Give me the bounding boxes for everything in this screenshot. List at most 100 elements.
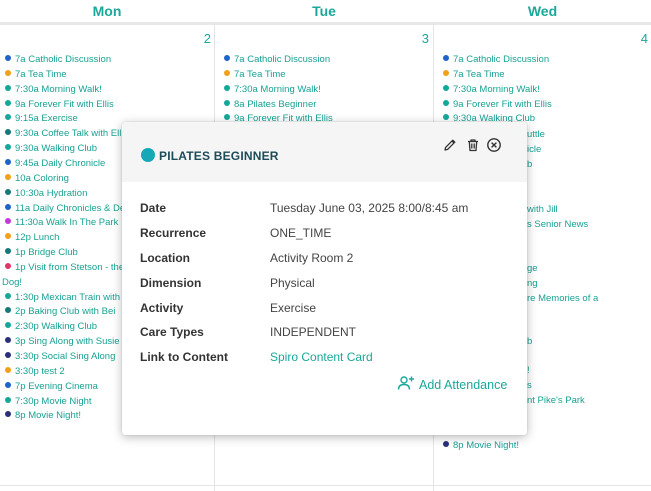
popup-title: PILATES BEGINNER — [159, 149, 279, 163]
calendar-event[interactable]: 7a Tea Time — [224, 67, 344, 82]
event-color-dot — [5, 381, 11, 388]
calendar-event[interactable]: b — [527, 157, 647, 172]
calendar-event[interactable]: 9a Forever Fit with Ellis — [443, 97, 573, 112]
header-divider — [0, 22, 651, 25]
calendar-event[interactable]: s Senior News — [527, 217, 647, 232]
calendar-event[interactable]: 10a Coloring — [5, 171, 123, 186]
event-detail-popup: PILATES BEGINNER Date Tuesday June 03, 2… — [122, 122, 527, 435]
calendar-event[interactable]: 7a Tea Time — [443, 67, 573, 82]
event-color-dot — [443, 441, 449, 447]
day-number-wed[interactable]: 4 — [618, 31, 648, 46]
calendar-event[interactable]: 7:30a Morning Walk! — [443, 82, 573, 97]
calendar-event[interactable]: icle — [527, 142, 647, 157]
calendar-event[interactable]: 7p Evening Cinema — [5, 379, 123, 394]
event-label: 1p Bridge Club — [15, 247, 78, 259]
calendar-event[interactable]: ! — [527, 363, 647, 378]
event-label: 9:30a Coffee Talk with Ellis — [15, 128, 123, 140]
calendar-event[interactable]: 7:30p Movie Night — [5, 394, 123, 409]
calendar-event[interactable]: uttle — [527, 127, 647, 142]
calendar-event[interactable]: s — [527, 378, 647, 393]
calendar-event[interactable]: with Jill — [527, 202, 647, 217]
event-label: 9:30a Walking Club — [15, 143, 98, 155]
calendar-event[interactable]: re Memories of a — [527, 291, 647, 306]
event-color-dot — [224, 55, 230, 61]
event-color-dot — [5, 203, 11, 210]
event-label: 9:45a Daily Chronicle — [15, 157, 106, 169]
calendar-event[interactable]: 1p Bridge Club — [5, 245, 123, 260]
event-label: Dog! — [2, 276, 23, 288]
calendar-event[interactable]: 1:30p Mexican Train with — [5, 290, 123, 305]
calendar-event[interactable]: 8a Pilates Beginner — [224, 97, 344, 112]
calendar-event[interactable]: 3:30p test 2 — [5, 364, 123, 379]
calendar-event[interactable]: 7a Catholic Discussion — [443, 52, 573, 67]
field-label: Date — [140, 201, 167, 215]
event-color-dot — [224, 99, 230, 106]
event-label: 7:30a Morning Walk! — [453, 83, 540, 95]
calendar-event[interactable]: 7a Tea Time — [5, 67, 123, 82]
calendar-event[interactable]: 3p Sing Along with Susie — [5, 334, 123, 349]
day-number-mon[interactable]: 2 — [181, 31, 211, 46]
calendar-event[interactable]: 10:30a Hydration — [5, 186, 123, 201]
event-color-dot — [5, 84, 11, 91]
calendar-event[interactable]: 8p Movie Night! — [443, 438, 573, 453]
field-value: Activity Room 2 — [270, 251, 354, 265]
row-divider — [0, 485, 651, 486]
pencil-icon[interactable] — [442, 137, 458, 153]
event-color-dot — [224, 114, 230, 121]
trash-icon[interactable] — [465, 137, 481, 153]
event-label: 7a Catholic Discussion — [234, 54, 331, 65]
calendar-event[interactable]: 9:15a Exercise — [5, 111, 123, 126]
calendar-event[interactable]: 11:30a Walk In The Park — [5, 215, 123, 230]
event-color-dot — [5, 188, 11, 195]
content-card-link[interactable]: Spiro Content Card — [270, 348, 373, 366]
calendar-event[interactable]: 9:30a Walking Club — [5, 141, 123, 156]
calendar-event[interactable]: 9a Forever Fit with Ellis — [5, 97, 123, 112]
event-label: 7a Tea Time — [453, 68, 505, 80]
event-label: 9:15a Exercise — [15, 113, 78, 125]
event-color-dot — [443, 69, 449, 76]
calendar-event[interactable]: 9:30a Coffee Talk with Ellis — [5, 126, 123, 141]
calendar-event[interactable]: 2p Baking Club with Bei — [5, 304, 123, 319]
event-color-dot — [5, 396, 11, 403]
calendar-event[interactable]: 12p Lunch — [5, 230, 123, 245]
event-label: 7:30a Morning Walk! — [234, 83, 321, 95]
calendar-event[interactable]: 11a Daily Chronicles & De — [5, 201, 123, 216]
field-label: Recurrence — [140, 226, 207, 240]
event-label: 2p Baking Club with Bei — [15, 306, 116, 318]
event-label: 10a Coloring — [15, 172, 69, 184]
calendar-event[interactable]: Dog! — [2, 275, 120, 290]
close-circle-icon[interactable] — [486, 137, 502, 153]
field-value: ONE_TIME — [270, 226, 332, 240]
calendar-event[interactable]: 8p Movie Night! — [5, 408, 123, 423]
event-label: 8p Movie Night! — [453, 440, 520, 451]
calendar-event[interactable]: ng — [527, 276, 647, 291]
event-label: 12p Lunch — [15, 232, 60, 244]
event-label: 9a Forever Fit with Ellis — [15, 98, 114, 110]
field-label: Dimension — [140, 276, 202, 290]
field-value: Tuesday June 03, 2025 8:00/8:45 am — [270, 201, 469, 215]
event-color-dot — [5, 366, 11, 373]
calendar-event[interactable]: 9:45a Daily Chronicle — [5, 156, 123, 171]
event-label: 11:30a Walk In The Park — [15, 217, 119, 229]
calendar-event[interactable]: 7a Catholic Discussion — [5, 52, 123, 67]
event-color-dot — [5, 144, 11, 151]
event-label: 7a Tea Time — [15, 68, 67, 80]
calendar-event[interactable]: ge — [527, 261, 647, 276]
calendar-event[interactable]: 7a Catholic Discussion — [224, 52, 344, 67]
event-color-dot — [443, 114, 449, 121]
add-attendance-button[interactable]: Add Attendance — [397, 375, 507, 395]
calendar-event[interactable]: 7:30a Morning Walk! — [224, 82, 344, 97]
calendar-event[interactable]: 1p Visit from Stetson - the — [5, 260, 123, 275]
calendar-event[interactable]: b — [527, 334, 647, 349]
calendar-event[interactable]: nt Pike's Park — [527, 393, 647, 408]
day-number-tue[interactable]: 3 — [399, 31, 429, 46]
calendar-event[interactable]: 2:30p Walking Club — [5, 319, 123, 334]
event-label: 11a Daily Chronicles & De — [15, 202, 123, 214]
popup-header: PILATES BEGINNER — [122, 122, 527, 182]
event-color-dot — [5, 322, 11, 329]
event-label: 8a Pilates Beginner — [234, 98, 317, 110]
calendar-event[interactable]: 3:30p Social Sing Along — [5, 349, 123, 364]
calendar-event[interactable]: 7:30a Morning Walk! — [5, 82, 123, 97]
event-color-dot — [443, 99, 449, 106]
add-person-icon — [397, 376, 414, 390]
